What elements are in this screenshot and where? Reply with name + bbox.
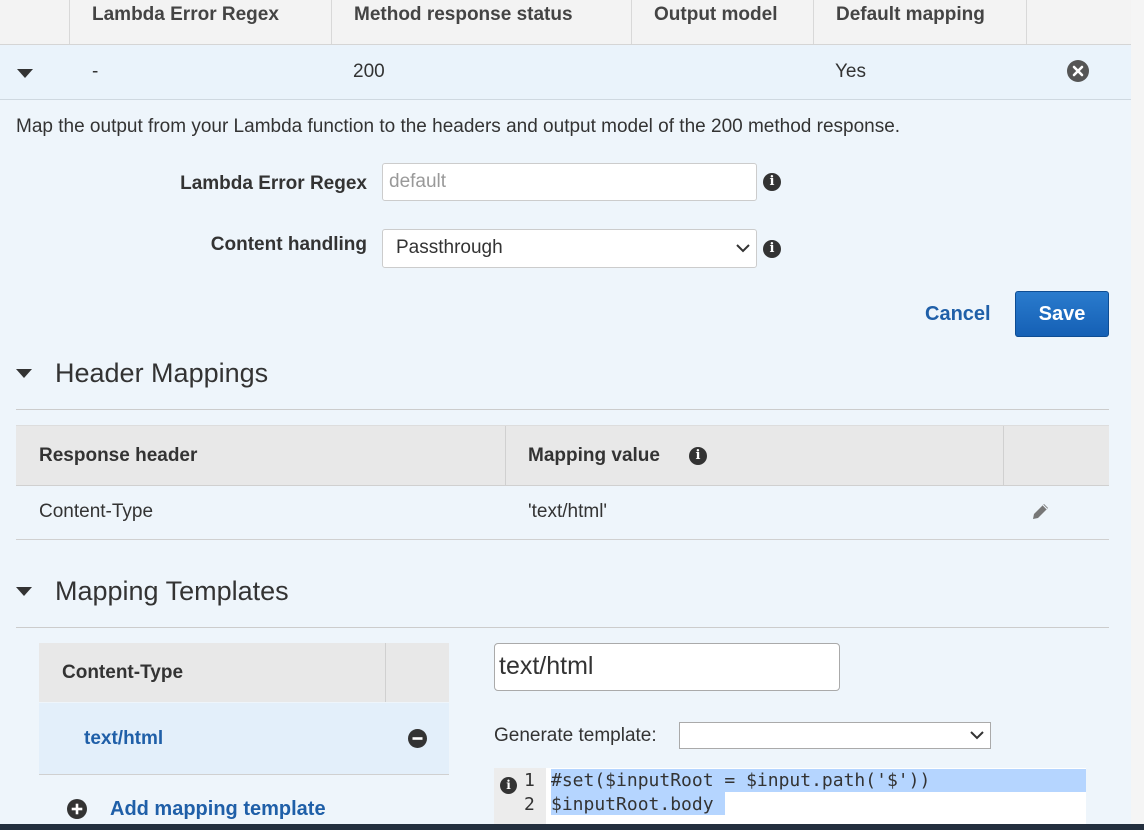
- generate-template-label: Generate template:: [494, 725, 657, 746]
- info-icon[interactable]: i: [500, 777, 517, 794]
- response-header-cell: Content-Type: [39, 501, 154, 522]
- info-icon[interactable]: i: [763, 173, 781, 191]
- col-output-model: Output model: [631, 0, 813, 44]
- chevron-down-icon: [970, 731, 984, 740]
- caret-down-icon[interactable]: [17, 69, 33, 78]
- integration-response-row[interactable]: - 200 Yes: [0, 45, 1131, 100]
- table-row: Content-Type 'text/html': [16, 485, 1109, 540]
- code-line[interactable]: $inputRoot.body: [551, 794, 714, 815]
- row-status: 200: [353, 61, 385, 82]
- content-handling-select[interactable]: Passthrough: [382, 229, 757, 268]
- caret-down-icon[interactable]: [16, 587, 32, 596]
- column-separator: [505, 426, 506, 485]
- scrollbar-track[interactable]: [1131, 0, 1144, 824]
- template-code-editor[interactable]: i 1 2 #set($inputRoot = $input.path('$')…: [494, 768, 1086, 824]
- template-item-label[interactable]: text/html: [84, 728, 163, 750]
- col-method-response-status: Method response status: [331, 0, 631, 44]
- editor-gutter: [494, 768, 546, 824]
- info-icon[interactable]: i: [689, 447, 707, 465]
- generate-template-select[interactable]: [679, 722, 991, 749]
- regex-input[interactable]: default: [382, 163, 757, 201]
- list-item[interactable]: text/html: [39, 703, 449, 775]
- header-mappings-table-header: Response header Mapping value i: [16, 425, 1109, 486]
- info-icon[interactable]: i: [763, 240, 781, 258]
- code-line[interactable]: #set($inputRoot = $input.path('$')): [551, 770, 930, 791]
- divider: [16, 409, 1109, 410]
- chevron-down-icon: [736, 244, 750, 253]
- mapping-value-cell: 'text/html': [528, 501, 608, 522]
- save-button[interactable]: Save: [1015, 291, 1109, 337]
- cancel-button[interactable]: Cancel: [925, 303, 991, 326]
- regex-label: Lambda Error Regex: [180, 173, 367, 194]
- plus-circle-icon[interactable]: [67, 799, 87, 819]
- content-type-header: Content-Type: [62, 662, 184, 683]
- response-description: Map the output from your Lambda function…: [16, 116, 901, 137]
- mapping-templates-title[interactable]: Mapping Templates: [55, 576, 289, 607]
- close-circle-icon[interactable]: [1067, 60, 1089, 82]
- add-mapping-template-link[interactable]: Add mapping template: [110, 798, 326, 821]
- column-separator: [385, 643, 386, 702]
- divider: [16, 627, 1109, 628]
- content-handling-label: Content handling: [210, 234, 367, 255]
- footer-bar: [0, 824, 1144, 830]
- content-handling-value: Passthrough: [396, 237, 503, 258]
- content-type-input[interactable]: text/html: [494, 643, 840, 691]
- header-mappings-title[interactable]: Header Mappings: [55, 358, 268, 389]
- caret-down-icon[interactable]: [16, 369, 32, 378]
- integration-response-table-header: Lambda Error Regex Method response statu…: [0, 0, 1131, 45]
- row-regex: -: [92, 61, 99, 82]
- column-separator: [1003, 426, 1004, 485]
- col-response-header: Response header: [39, 445, 198, 466]
- col-default-mapping: Default mapping: [813, 0, 1026, 44]
- pencil-icon[interactable]: [1031, 502, 1050, 521]
- row-default-mapping: Yes: [835, 61, 866, 82]
- minus-circle-icon[interactable]: [408, 729, 427, 748]
- col-mapping-value: Mapping value: [528, 445, 660, 466]
- template-list-header: Content-Type: [39, 643, 449, 702]
- line-number: 1: [524, 770, 535, 791]
- col-lambda-error-regex: Lambda Error Regex: [69, 0, 331, 44]
- line-number: 2: [524, 794, 535, 815]
- col-actions: [1026, 0, 1131, 44]
